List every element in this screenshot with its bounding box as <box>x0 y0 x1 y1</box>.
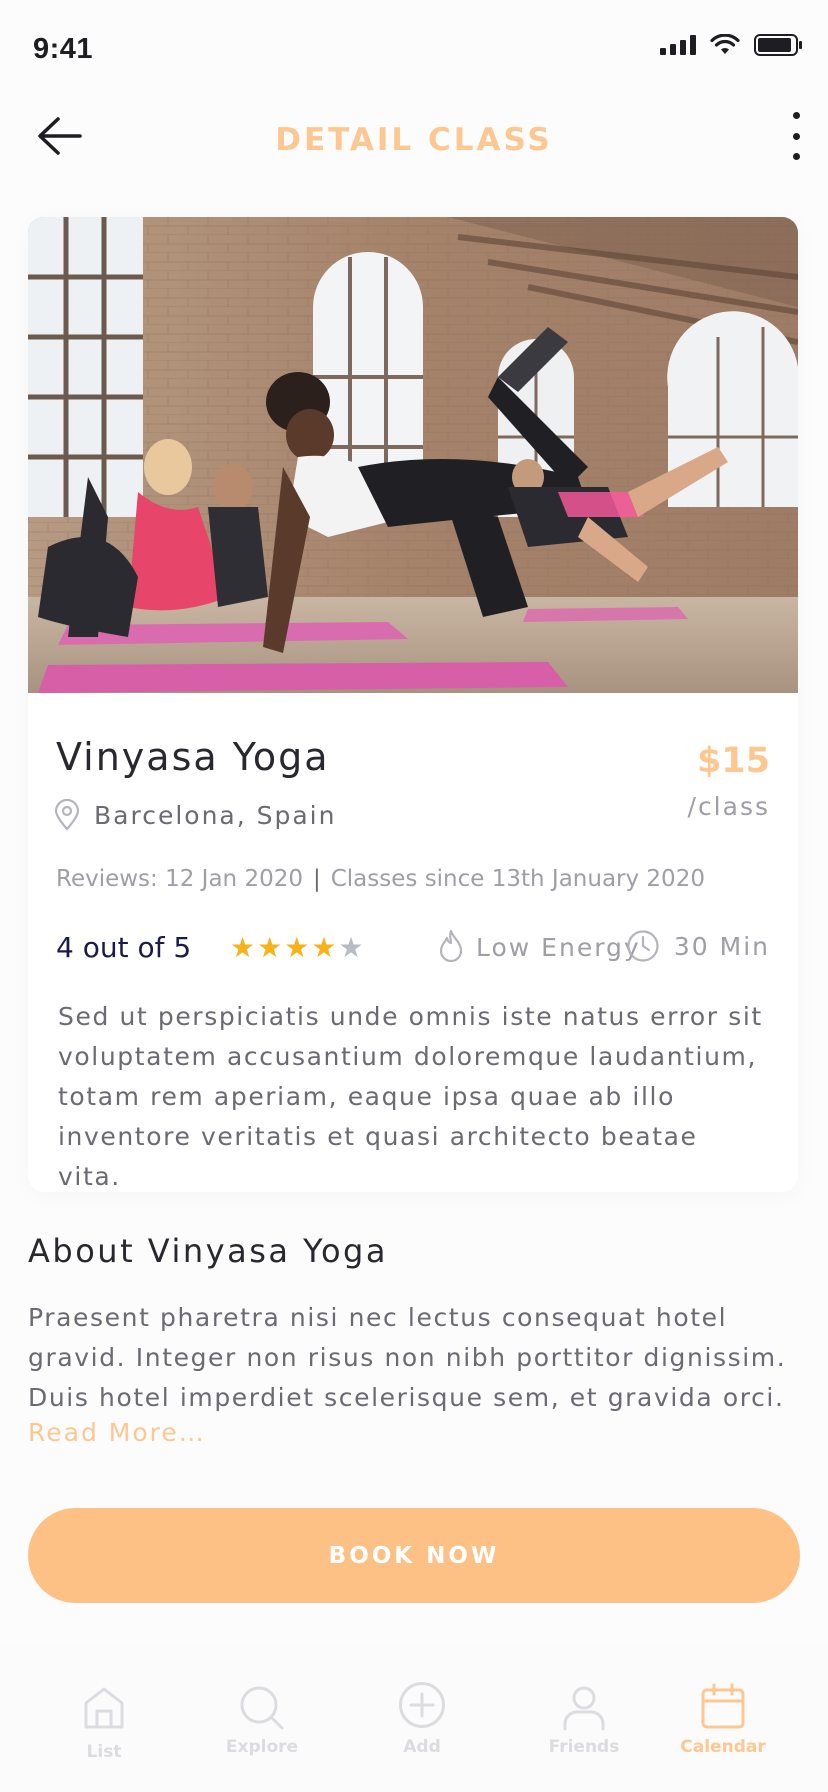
tab-add[interactable]: Add <box>352 1645 492 1792</box>
star-empty-icon: ★ <box>338 931 364 964</box>
rating-text: 4 out of 5 <box>56 931 192 964</box>
star-filled-icon: ★ <box>311 931 337 964</box>
search-icon <box>240 1686 284 1730</box>
tab-label: Explore <box>225 1737 299 1757</box>
more-vertical-icon <box>792 112 800 119</box>
about-text: Praesent pharetra nisi nec lectus conseq… <box>28 1303 787 1412</box>
location-text: Barcelona, Spain <box>94 800 337 830</box>
plus-circle-icon <box>399 1682 445 1728</box>
more-options-button[interactable] <box>788 112 804 160</box>
tab-friends[interactable]: Friends <box>514 1645 654 1792</box>
location-pin-icon <box>54 799 80 831</box>
flame-icon <box>439 929 463 963</box>
tab-label: Calendar <box>680 1737 766 1757</box>
status-bar: 9:41 <box>0 0 828 100</box>
read-more-link[interactable]: Read More… <box>28 1418 206 1447</box>
tab-explore[interactable]: Explore <box>192 1645 332 1792</box>
star-filled-icon: ★ <box>230 931 256 964</box>
class-price: $15 <box>696 741 770 781</box>
energy-text: Low Energy <box>476 932 641 962</box>
status-time: 9:41 <box>33 33 94 65</box>
tab-list[interactable]: List <box>34 1645 174 1792</box>
class-name: Vinyasa Yoga <box>56 735 330 779</box>
tab-label: List <box>86 1742 122 1762</box>
header-bar: DETAIL CLASS <box>0 100 828 180</box>
class-meta: Reviews: 12 Jan 2020 | Classes since 13th … <box>56 866 705 892</box>
page-title: DETAIL CLASS <box>275 122 553 158</box>
price-unit: /class <box>687 792 770 821</box>
star-filled-icon: ★ <box>257 931 283 964</box>
about-title: About Vinyasa Yoga <box>28 1232 388 1270</box>
book-now-button[interactable]: BOOK NOW <box>28 1508 800 1603</box>
star-rating: ★ ★ ★ ★ ★ <box>230 933 364 963</box>
wifi-icon <box>710 34 740 54</box>
classes-since: Classes since 13th January 2020 <box>330 866 705 892</box>
user-icon <box>563 1686 605 1731</box>
cellular-signal-icon <box>660 35 696 55</box>
star-filled-icon: ★ <box>284 931 310 964</box>
tab-label: Add <box>403 1737 441 1757</box>
class-duration: 30 Min <box>626 929 770 963</box>
clock-icon <box>627 930 659 962</box>
battery-icon <box>754 34 802 56</box>
tab-label: Friends <box>548 1737 620 1757</box>
duration-text: 30 Min <box>673 931 770 961</box>
class-description: Sed ut perspiciatis unde omnis iste natu… <box>58 1002 763 1191</box>
status-icons <box>660 34 802 56</box>
rating-row: 4 out of 5 ★ ★ ★ ★ ★ Low Energy 30 Min <box>56 929 770 969</box>
class-card: Vinyasa Yoga $15 /class Barcelona, Spain… <box>28 217 798 1192</box>
meta-separator: | <box>312 866 321 892</box>
home-icon <box>84 1687 124 1729</box>
class-photo <box>28 217 798 693</box>
tab-calendar[interactable]: Calendar <box>653 1645 793 1792</box>
energy-level: Low Energy <box>438 929 641 965</box>
location: Barcelona, Spain <box>54 799 336 831</box>
bottom-tab-bar: List Explore Add Friends Calendar <box>0 1645 828 1792</box>
reviews-date: Reviews: 12 Jan 2020 <box>56 866 303 892</box>
calendar-icon <box>701 1683 745 1729</box>
